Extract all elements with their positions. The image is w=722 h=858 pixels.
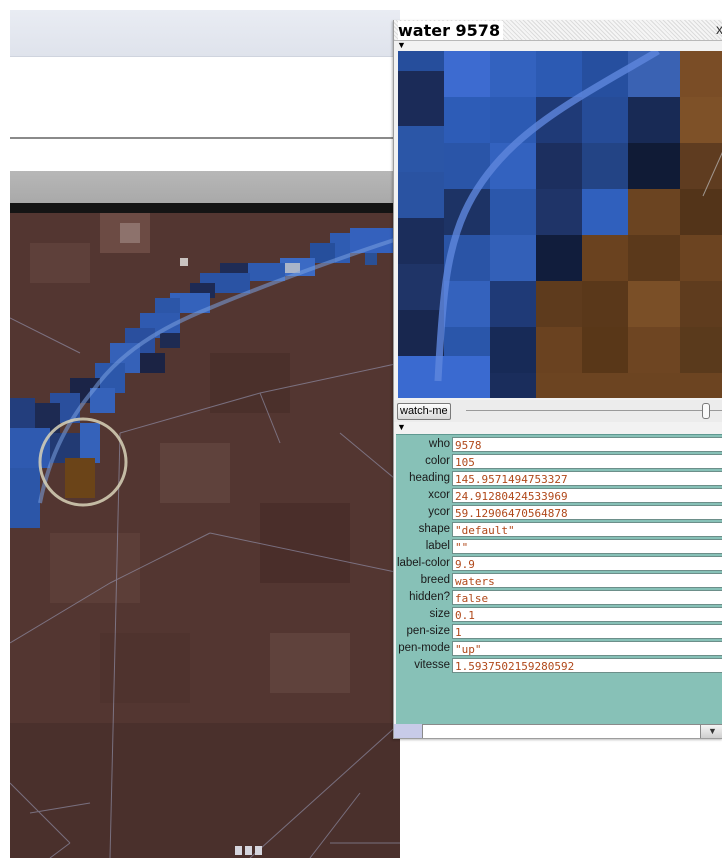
- variable-label: pen-size: [406, 625, 450, 637]
- zoom-slider-track[interactable]: [466, 410, 722, 411]
- variable-value-field[interactable]: 145.9571494753327: [452, 471, 722, 486]
- zoom-slider-thumb[interactable]: [702, 403, 710, 419]
- variable-row-breed: breed waters: [396, 573, 722, 590]
- turtle-inspector-window[interactable]: water 9578 x ▼: [393, 20, 722, 739]
- variable-label: hidden?: [409, 591, 450, 603]
- variable-label: who: [428, 438, 450, 450]
- variable-row-size: size 0.1: [396, 607, 722, 624]
- variable-value-field[interactable]: 59.12906470564878: [452, 505, 722, 520]
- variable-value-field[interactable]: 24.91280424533969: [452, 488, 722, 503]
- variable-row-color: color 105: [396, 454, 722, 471]
- variable-row-label-color: label-color 9.9: [396, 556, 722, 573]
- variable-value-field[interactable]: waters: [452, 573, 722, 588]
- variable-label: xcor: [428, 489, 450, 501]
- toolbar-strip: [0, 10, 400, 57]
- inspector-mini-view: [398, 51, 722, 398]
- command-input[interactable]: [422, 724, 703, 738]
- variable-row-ycor: ycor 59.12906470564878: [396, 505, 722, 522]
- command-row: ▼: [394, 724, 722, 738]
- variable-value-field[interactable]: 0.1: [452, 607, 722, 622]
- variable-value-field[interactable]: "": [452, 539, 722, 554]
- variable-row-shape: shape "default": [396, 522, 722, 539]
- variable-label: pen-mode: [398, 642, 450, 654]
- variable-row-heading: heading 145.9571494753327: [396, 471, 722, 488]
- close-icon[interactable]: x: [716, 21, 722, 37]
- inspector-view-canvas: [398, 51, 722, 398]
- variable-row-label: label "": [396, 539, 722, 556]
- variable-value-field[interactable]: "up": [452, 641, 722, 656]
- variable-value-field[interactable]: 1.5937502159280592: [452, 658, 722, 673]
- variable-row-pen-mode: pen-mode "up": [396, 641, 722, 658]
- variable-value-field[interactable]: "default": [452, 522, 722, 537]
- variable-value-field[interactable]: 1: [452, 624, 722, 639]
- variable-value-field[interactable]: false: [452, 590, 722, 605]
- variable-value-field[interactable]: 9.9: [452, 556, 722, 571]
- variable-label: shape: [418, 523, 450, 535]
- variable-label: breed: [420, 574, 450, 586]
- variable-label: label-color: [396, 557, 450, 569]
- app-top-bar: [0, 0, 722, 10]
- variable-row-xcor: xcor 24.91280424533969: [396, 488, 722, 505]
- variable-label: size: [429, 608, 450, 620]
- variable-row-hidden: hidden? false: [396, 590, 722, 607]
- zoomed-water-cells: [398, 51, 722, 398]
- chevron-down-icon[interactable]: ▼: [700, 724, 722, 738]
- world-canvas[interactable]: [10, 203, 400, 858]
- watch-row: watch-me: [394, 400, 722, 422]
- variables-panel: who 9578 color 105 heading 145.957149475…: [396, 434, 722, 725]
- inspector-title: water 9578: [398, 21, 504, 40]
- collapse-view-triangle-icon[interactable]: ▼: [397, 40, 406, 50]
- variable-label: ycor: [428, 506, 450, 518]
- variable-value-field[interactable]: 105: [452, 454, 722, 469]
- world-view[interactable]: [10, 203, 400, 858]
- node-markers: [235, 846, 262, 855]
- collapse-variables-triangle-icon[interactable]: ▼: [397, 422, 406, 432]
- command-area: [0, 57, 400, 139]
- variable-label: vitesse: [414, 659, 450, 671]
- variable-row-who: who 9578: [396, 437, 722, 454]
- variable-value-field[interactable]: 9578: [452, 437, 722, 452]
- window-edge: [0, 0, 10, 858]
- view-header-band: [0, 139, 400, 171]
- variable-row-pen-size: pen-size 1: [396, 624, 722, 641]
- view-title-band: [0, 171, 400, 203]
- variable-row-vitesse: vitesse 1.5937502159280592: [396, 658, 722, 675]
- variable-label: color: [425, 455, 450, 467]
- inspector-titlebar[interactable]: water 9578 x: [394, 20, 722, 41]
- variable-label: label: [425, 540, 450, 552]
- variable-label: heading: [409, 472, 450, 484]
- watch-me-button[interactable]: watch-me: [397, 403, 451, 420]
